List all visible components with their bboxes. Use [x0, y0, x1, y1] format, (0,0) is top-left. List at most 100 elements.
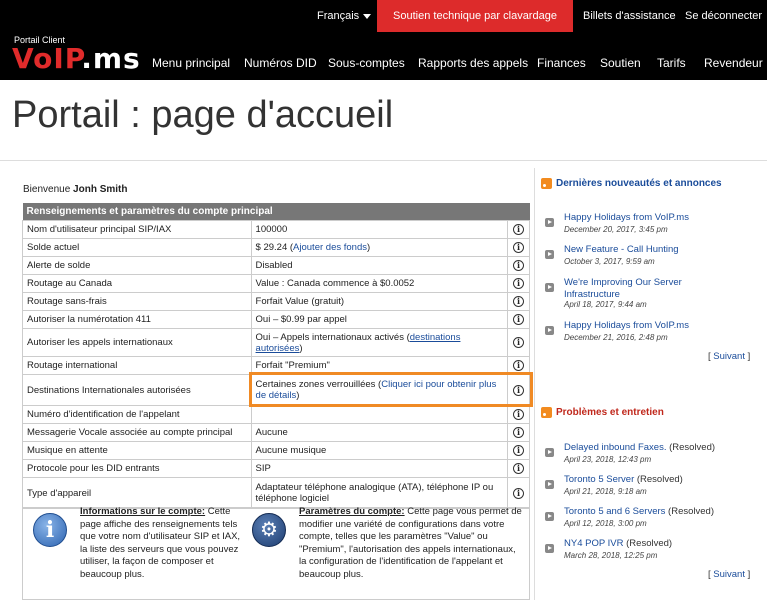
- nav-revendeur[interactable]: Revendeur: [704, 56, 763, 70]
- issue-status: (Resolved): [636, 474, 683, 485]
- row-value: [250, 405, 509, 424]
- row-value: Oui – $0.99 par appel: [250, 310, 509, 329]
- info-icon[interactable]: i: [513, 384, 524, 396]
- info-icon[interactable]: i: [513, 296, 524, 307]
- info-icon[interactable]: i: [513, 242, 524, 253]
- nav-numeros-did[interactable]: Numéros DID: [244, 56, 317, 70]
- row-value: Aucune musique: [250, 441, 509, 460]
- row-value: Disabled: [250, 256, 509, 275]
- table-row: Protocole pour les DID entrants SIP i: [22, 459, 530, 478]
- row-label: Routage sans-frais: [22, 292, 252, 311]
- account-settings-box: Paramètres du compte: Cette page vous pe…: [299, 506, 525, 581]
- row-label: Autoriser les appels internationaux: [22, 328, 252, 357]
- issue-title[interactable]: Toronto 5 and 6 Servers: [564, 506, 665, 517]
- info-icon[interactable]: i: [513, 224, 524, 235]
- info-icon[interactable]: i: [513, 337, 524, 348]
- logo-voip: VoIP: [12, 42, 82, 75]
- news-item-title[interactable]: New Feature - Call Hunting: [564, 244, 754, 256]
- issue-item-title[interactable]: NY4 POP IVR (Resolved): [564, 538, 754, 550]
- row-value: $ 29.24 (Ajouter des fonds): [250, 238, 509, 257]
- info-icon[interactable]: i: [513, 463, 524, 474]
- account-info-text: Cette page affiche des renseignements te…: [80, 506, 241, 580]
- news-item-title[interactable]: Happy Holidays from VoIP.ms: [564, 320, 754, 332]
- news-item-title[interactable]: We're Improving Our Server Infrastructur…: [564, 277, 714, 301]
- row-label: Messagerie Vocale associée au compte pri…: [22, 423, 252, 442]
- table-row: Autoriser les appels internationaux Oui –…: [22, 328, 530, 357]
- welcome-prefix: Bienvenue: [23, 184, 71, 195]
- row-value: Value : Canada commence à $0.0052: [250, 274, 509, 293]
- issue-item-date: April 21, 2018, 9:18 am: [564, 487, 647, 496]
- issue-item-title[interactable]: Delayed inbound Faxes. (Resolved): [564, 442, 754, 454]
- nav-soutien[interactable]: Soutien: [600, 56, 641, 70]
- language-selector[interactable]: Français: [317, 10, 372, 22]
- issue-title[interactable]: Toronto 5 Server: [564, 474, 634, 485]
- table-row: Numéro d'identification de l'appelant i: [22, 405, 530, 424]
- column-divider: [534, 168, 535, 600]
- issue-item-title[interactable]: Toronto 5 and 6 Servers (Resolved): [564, 506, 754, 518]
- issue-status: (Resolved): [669, 442, 716, 453]
- news-item-date: December 21, 2016, 2:48 pm: [564, 333, 668, 342]
- info-icon[interactable]: i: [513, 487, 524, 499]
- row-label: Destinations Internationales autorisées: [22, 374, 252, 406]
- support-tickets-link[interactable]: Billets d'assistance: [583, 10, 676, 22]
- row-label: Nom d'utilisateur principal SIP/IAX: [22, 220, 252, 239]
- news-next-link[interactable]: Suivant: [713, 351, 745, 362]
- issues-heading-label[interactable]: Problèmes et entretien: [556, 407, 664, 418]
- table-row: Alerte de solde Disabled i: [22, 256, 530, 275]
- issue-item-title[interactable]: Toronto 5 Server (Resolved): [564, 474, 754, 486]
- info-icon[interactable]: i: [513, 427, 524, 438]
- news-item-date: October 3, 2017, 9:59 am: [564, 257, 655, 266]
- info-icon[interactable]: i: [513, 445, 524, 456]
- account-settings-text: Cette page vous permet de modifier une v…: [299, 506, 522, 580]
- news-item-date: December 20, 2017, 3:45 pm: [564, 225, 668, 234]
- row-label: Type d'appareil: [22, 477, 252, 509]
- info-icon[interactable]: i: [513, 360, 524, 371]
- arrow-right-icon: [545, 448, 554, 457]
- nav-rapports-appels[interactable]: Rapports des appels: [418, 56, 528, 70]
- info-icon[interactable]: i: [513, 409, 524, 420]
- logout-link[interactable]: Se déconnecter: [685, 10, 762, 22]
- nav-finances[interactable]: Finances: [537, 56, 586, 70]
- issue-item-date: April 23, 2018, 12:43 pm: [564, 455, 652, 464]
- nav-sous-comptes[interactable]: Sous-comptes: [328, 56, 405, 70]
- paren-close: ): [366, 242, 371, 253]
- news-heading-label[interactable]: Dernières nouveautés et annonces: [556, 178, 722, 189]
- rss-icon[interactable]: [541, 178, 552, 189]
- row-value: Forfait Value (gratuit): [250, 292, 509, 311]
- issue-title[interactable]: NY4 POP IVR: [564, 538, 624, 549]
- nav-tarifs[interactable]: Tarifs: [657, 56, 686, 70]
- arrow-right-icon: [545, 250, 554, 259]
- info-icon[interactable]: i: [513, 260, 524, 271]
- news-next: [ Suivant ]: [708, 351, 751, 362]
- table-row: Routage international Forfait "Premium" i: [22, 356, 530, 375]
- news-item-title[interactable]: Happy Holidays from VoIP.ms: [564, 212, 754, 224]
- account-settings-title[interactable]: Paramètres du compte:: [299, 506, 405, 517]
- intl-value: Oui – Appels internationaux activés (: [255, 331, 410, 343]
- info-icon[interactable]: i: [513, 314, 524, 325]
- table-row: Autoriser la numérotation 411 Oui – $0.99…: [22, 310, 530, 329]
- issue-status: (Resolved): [626, 538, 673, 549]
- brand-logo[interactable]: VoIP.ms: [12, 42, 141, 75]
- issues-next-link[interactable]: Suivant: [713, 569, 745, 580]
- info-icon[interactable]: i: [513, 278, 524, 289]
- rss-icon[interactable]: [541, 407, 552, 418]
- language-label: Français: [317, 10, 360, 22]
- arrow-right-icon: [545, 480, 554, 489]
- paren-close: ): [299, 342, 303, 354]
- row-value: Oui – Appels internationaux activés (des…: [250, 328, 509, 357]
- table-row: Nom d'utilisateur principal SIP/IAX 10000…: [22, 220, 530, 239]
- live-chat-button[interactable]: Soutien technique par clavardage: [377, 0, 573, 32]
- add-funds-link[interactable]: Ajouter des fonds: [293, 242, 367, 253]
- news-item-date: April 18, 2017, 9:44 am: [564, 300, 647, 309]
- table-row: Messagerie Vocale associée au compte pri…: [22, 423, 530, 442]
- row-label: Protocole pour les DID entrants: [22, 459, 252, 478]
- table-row: Type d'appareil Adaptateur téléphone anal…: [22, 477, 530, 509]
- account-info-title[interactable]: Informations sur le compte:: [80, 506, 205, 517]
- main-nav: Portail Client VoIP.ms Menu principal Nu…: [0, 32, 767, 80]
- issue-title[interactable]: Delayed inbound Faxes.: [564, 442, 666, 453]
- row-label: Routage international: [22, 356, 252, 375]
- row-label: Routage au Canada: [22, 274, 252, 293]
- paren-close: ): [296, 390, 300, 401]
- table-row: Musique en attente Aucune musique i: [22, 441, 530, 460]
- nav-menu-principal[interactable]: Menu principal: [152, 56, 230, 70]
